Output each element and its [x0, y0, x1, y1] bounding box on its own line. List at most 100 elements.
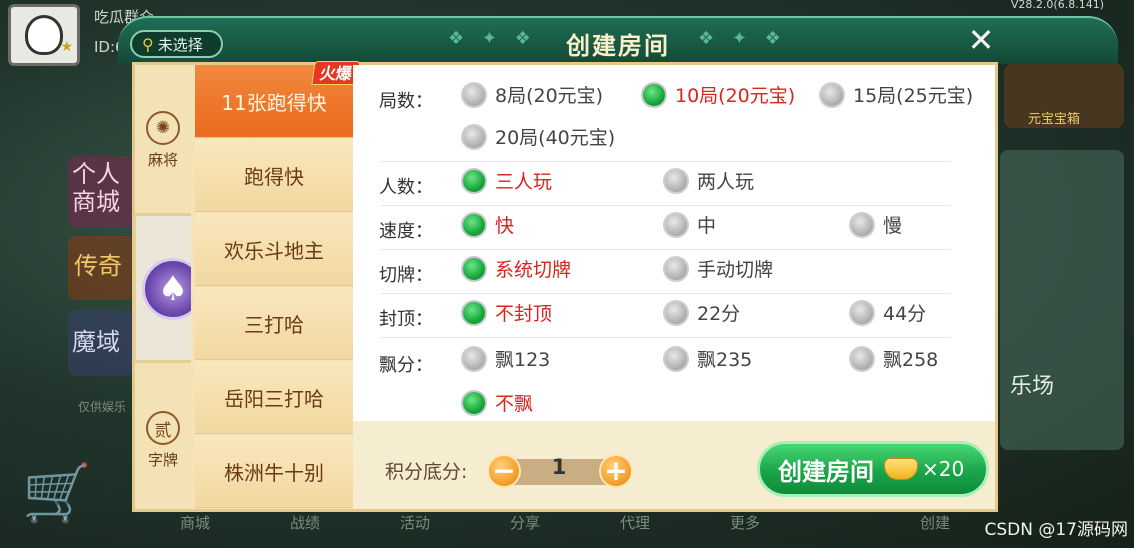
separator [381, 337, 951, 338]
bottom-nav: 商城 战绩 活动 分享 代理 更多 创建 [140, 508, 1020, 548]
version-label: V28.2.0(6.8.141) [1010, 0, 1104, 11]
players-option-three[interactable]: 三人玩 [461, 167, 552, 194]
rounds-option-20[interactable]: 20局(40元宝) [461, 123, 615, 150]
speed-option-medium[interactable]: 中 [663, 211, 716, 238]
radio-dot [663, 345, 689, 372]
cut-option-system[interactable]: 系统切牌 [461, 255, 571, 282]
cart-icon[interactable]: 🛒 [22, 460, 92, 526]
nav-share[interactable]: 分享 [510, 512, 540, 533]
close-button[interactable]: ✕ [966, 24, 996, 56]
cap-option-44[interactable]: 44分 [849, 299, 926, 326]
create-room-dialog: ✺ 麻将 ♠ 贰 字牌 11张跑得快 火爆 跑得快 欢乐斗地主 三打哈 岳阳三打… [132, 61, 998, 512]
cut-label: 切牌： [379, 265, 433, 286]
float-option-label: 飘123 [495, 349, 551, 371]
header-deco-right: ❖ ✦ ❖ [698, 28, 787, 49]
cut-option-label: 手动切牌 [697, 259, 774, 281]
category-mahjong[interactable]: ✺ 麻将 [135, 111, 191, 170]
float-option-none[interactable]: 不飘 [461, 389, 533, 416]
create-room-label: 创建房间 [778, 457, 874, 486]
players-option-two[interactable]: 两人玩 [663, 167, 754, 194]
rounds-option-15[interactable]: 15局(25元宝) [819, 81, 973, 108]
radio-dot [641, 81, 667, 108]
nav-activity[interactable]: 活动 [400, 512, 430, 533]
rounds-option-label: 8局(20元宝) [495, 85, 604, 107]
category-zipai-label: 字牌 [147, 451, 178, 469]
separator [381, 249, 951, 250]
rounds-option-10[interactable]: 10局(20元宝) [641, 81, 795, 108]
game-item-yueyang-sandaha[interactable]: 岳阳三打哈 [195, 361, 353, 434]
nav-agent[interactable]: 代理 [620, 512, 650, 533]
bg-right-panel[interactable] [1000, 150, 1124, 450]
float-option-123[interactable]: 飘123 [461, 345, 550, 372]
separator [381, 205, 951, 206]
bg-tile-mo-label: 魔域 [72, 328, 120, 356]
cap-option-label: 44分 [883, 303, 927, 325]
radio-dot [663, 299, 689, 326]
nav-record[interactable]: 战绩 [290, 512, 320, 533]
radio-dot [663, 167, 689, 194]
radio-dot [849, 345, 875, 372]
players-option-label: 两人玩 [697, 171, 755, 193]
game-item-11-paodekuai[interactable]: 11张跑得快 火爆 [195, 61, 361, 138]
radio-dot [663, 255, 689, 282]
create-cost: ×20 [922, 457, 965, 481]
radio-dot [461, 167, 487, 194]
cap-option-none[interactable]: 不封顶 [461, 299, 552, 326]
float-option-label: 不飘 [495, 393, 534, 415]
rounds-option-8[interactable]: 8局(20元宝) [461, 81, 603, 108]
options-panel: 局数： 8局(20元宝) 10局(20元宝) 15局(25元宝) 20局(40元… [353, 65, 995, 421]
cap-option-22[interactable]: 22分 [663, 299, 740, 326]
create-room-button[interactable]: 创建房间 ×20 [757, 441, 989, 497]
avatar[interactable]: ★ [8, 4, 80, 66]
bg-tile-legend-label: 传奇 [74, 252, 122, 280]
game-item-paodekuai[interactable]: 跑得快 [195, 139, 353, 212]
bg-right-label: 乐场 [1010, 374, 1055, 399]
float-option-label: 飘235 [697, 349, 753, 371]
vip-star-icon: ★ [60, 39, 73, 55]
game-item-sandaha[interactable]: 三打哈 [195, 287, 353, 360]
bg-tile-shop-label: 个人商城 [72, 160, 120, 216]
category-column: ✺ 麻将 ♠ 贰 字牌 [133, 65, 217, 509]
bg-treasure-label: 元宝宝箱 [1028, 112, 1081, 127]
avatar-face [25, 15, 63, 55]
score-increment-button[interactable]: + [599, 454, 633, 488]
float-option-label: 飘258 [883, 349, 939, 371]
close-icon: ✕ [967, 21, 995, 59]
radio-dot [461, 255, 487, 282]
game-item-label: 11张跑得快 [221, 90, 327, 115]
cut-option-manual[interactable]: 手动切牌 [663, 255, 773, 282]
radio-dot [849, 299, 875, 326]
watermark: CSDN @17源码网 [984, 520, 1128, 540]
float-option-235[interactable]: 飘235 [663, 345, 752, 372]
float-label: 飘分： [379, 355, 433, 376]
rounds-label: 局数： [379, 91, 433, 112]
game-item-label: 岳阳三打哈 [224, 386, 324, 411]
nav-more[interactable]: 更多 [730, 512, 760, 533]
cap-label: 封顶： [379, 309, 433, 330]
game-item-label: 三打哈 [244, 312, 304, 337]
rounds-option-label: 15局(25元宝) [853, 85, 974, 107]
gold-ingot-icon [884, 458, 918, 480]
cut-option-label: 系统切牌 [495, 259, 572, 281]
speed-option-fast[interactable]: 快 [461, 211, 514, 238]
cap-option-label: 22分 [697, 303, 741, 325]
speed-option-label: 快 [495, 215, 515, 237]
bg-disclaimer: 仅供娱乐 [78, 400, 127, 414]
game-item-zhuzhou[interactable]: 株洲牛十别 [195, 435, 353, 508]
speed-option-slow[interactable]: 慢 [849, 211, 902, 238]
separator [381, 293, 951, 294]
game-item-doudizhu[interactable]: 欢乐斗地主 [195, 213, 353, 286]
radio-dot [461, 123, 487, 150]
float-option-258[interactable]: 飘258 [849, 345, 938, 372]
rounds-option-label: 20局(40元宝) [495, 127, 616, 149]
category-zipai[interactable]: 贰 字牌 [135, 411, 191, 470]
radio-dot [461, 345, 487, 372]
cap-option-label: 不封顶 [495, 303, 553, 325]
game-item-label: 欢乐斗地主 [224, 238, 324, 263]
speed-option-label: 中 [697, 215, 717, 237]
radio-dot [461, 299, 487, 326]
game-item-label: 株洲牛十别 [224, 460, 324, 485]
nav-shop[interactable]: 商城 [180, 512, 210, 533]
nav-create[interactable]: 创建 [920, 512, 950, 533]
radio-dot [819, 81, 845, 108]
